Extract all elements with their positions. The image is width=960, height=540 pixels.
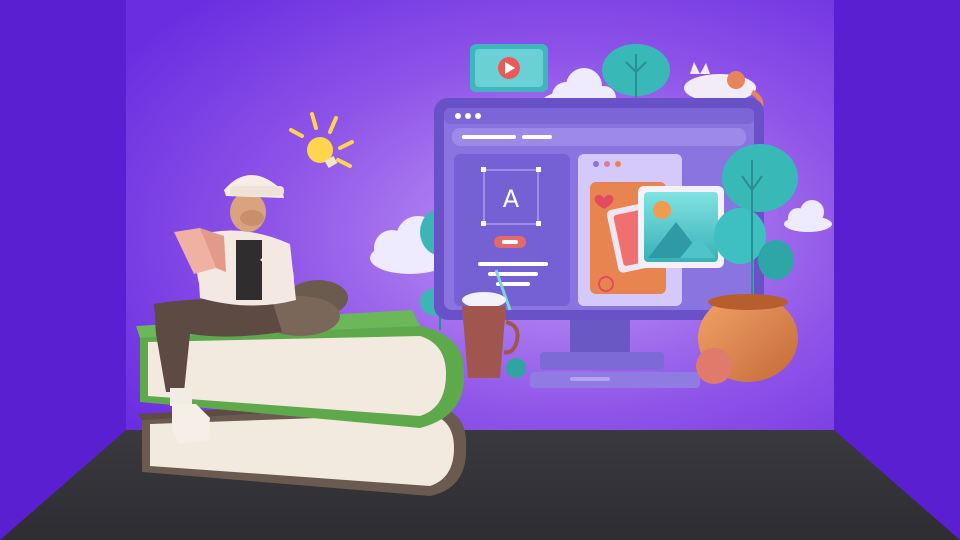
pink-ball [696,348,732,384]
editor-letter: A [503,185,520,213]
illustration-scene: A [0,0,960,540]
play-icon [498,57,520,79]
room-illustration: A [0,0,960,540]
teal-ball [506,358,526,378]
video-window [470,44,548,92]
text-editor-panel: A [454,154,570,306]
